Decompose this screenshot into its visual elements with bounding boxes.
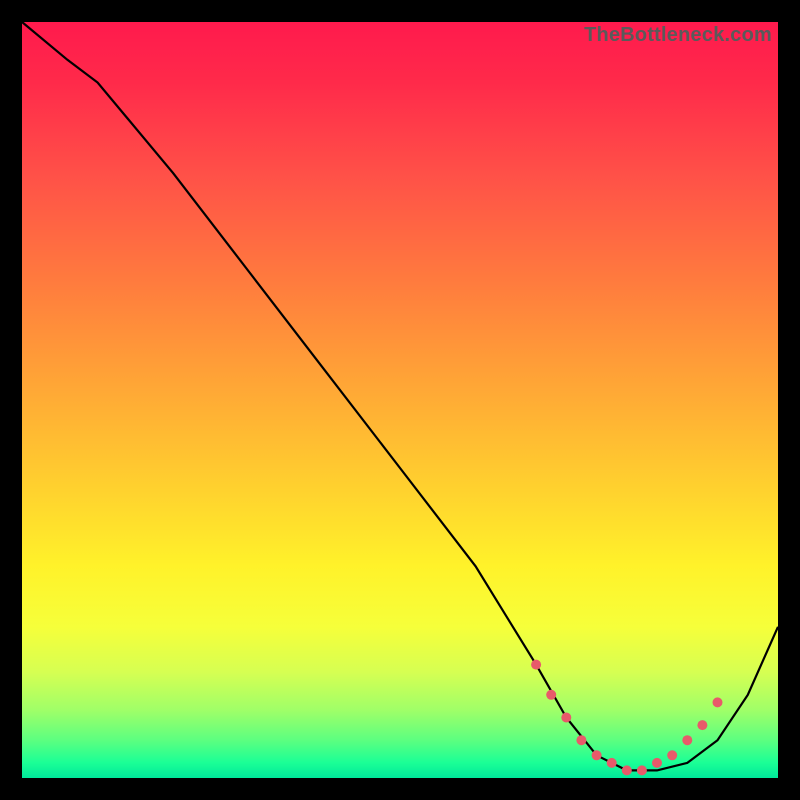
marker-dot <box>652 758 662 768</box>
marker-dot <box>637 765 647 775</box>
marker-dot <box>622 765 632 775</box>
plot-area: TheBottleneck.com <box>22 22 778 778</box>
marker-dot <box>697 720 707 730</box>
bottleneck-curve <box>22 22 778 778</box>
marker-dot <box>667 750 677 760</box>
marker-dot <box>592 750 602 760</box>
marker-dot <box>607 758 617 768</box>
marker-dot <box>713 697 723 707</box>
marker-dot <box>561 713 571 723</box>
marker-dot <box>531 660 541 670</box>
marker-dot <box>682 735 692 745</box>
marker-dot <box>576 735 586 745</box>
curve-path <box>22 22 778 770</box>
chart-frame: TheBottleneck.com <box>0 0 800 800</box>
marker-dot <box>546 690 556 700</box>
